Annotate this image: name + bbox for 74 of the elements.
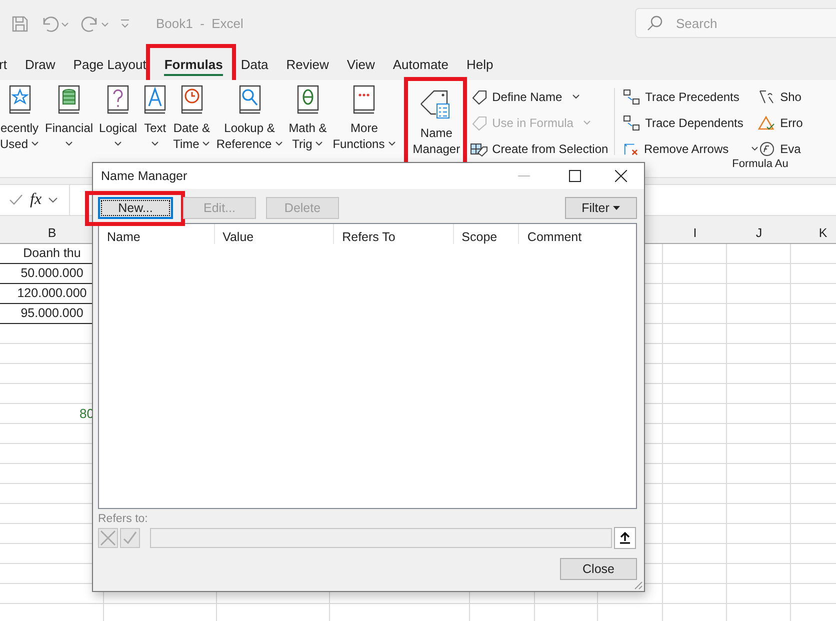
function-library-button[interactable]: Math & Trig: [286, 85, 330, 177]
warning-icon: [758, 115, 776, 131]
insert-function-button[interactable]: fx: [30, 191, 42, 209]
redo-icon[interactable]: [80, 14, 110, 34]
question-book-icon: [106, 85, 130, 115]
formula-auditing-button[interactable]: Remove Arrows: [623, 139, 758, 159]
ribbon-tab[interactable]: Data: [240, 52, 268, 76]
tag-icon: [470, 89, 488, 105]
confirm-button[interactable]: [120, 528, 140, 548]
collapse-button[interactable]: [614, 527, 636, 549]
trace-precedents-icon: [623, 89, 642, 105]
star-book-icon: [8, 85, 32, 115]
magnifier-book-icon: [238, 85, 262, 115]
search-icon: [647, 15, 663, 31]
function-library-button[interactable]: More Functions: [330, 85, 399, 177]
formula-auditing-button[interactable]: Eva: [758, 139, 803, 159]
resize-grip-icon[interactable]: [633, 580, 643, 590]
evaluate-icon: [758, 141, 776, 157]
function-library-button[interactable]: Lookup & Reference: [213, 85, 286, 177]
group-label: Formula Au: [732, 158, 788, 170]
letter-book-icon: [143, 85, 168, 115]
search-field[interactable]: Search: [635, 8, 836, 38]
clock-book-icon: [180, 85, 204, 115]
dialog-title: Name Manager: [101, 169, 188, 183]
close-icon[interactable]: [615, 170, 627, 182]
column-header[interactable]: Refers To: [342, 230, 396, 244]
ribbon-tab[interactable]: Draw: [24, 52, 56, 76]
upload-arrow-icon: [620, 532, 630, 544]
formula-auditing-button[interactable]: Trace Dependents: [623, 113, 758, 133]
database-book-icon: [57, 85, 82, 115]
dropdown-triangle-icon: [613, 206, 620, 210]
cancel-button[interactable]: [98, 528, 118, 548]
ribbon-tab[interactable]: Review: [286, 52, 329, 76]
column-header[interactable]: Comment: [527, 230, 582, 244]
column-header[interactable]: Name: [107, 230, 140, 244]
column-header[interactable]: Scope: [462, 230, 498, 244]
formula-auditing-button[interactable]: Sho: [758, 87, 803, 107]
ribbon-tab[interactable]: Page Layout: [73, 52, 146, 76]
name-manager-button[interactable]: Name Manager: [410, 85, 462, 157]
ribbon-tab[interactable]: rt: [0, 52, 7, 76]
column-header[interactable]: K: [791, 223, 836, 243]
function-library-button[interactable]: ecently Used: [0, 85, 42, 177]
column-header[interactable]: I: [663, 223, 727, 243]
ribbon-tab[interactable]: Automate: [392, 52, 449, 76]
defined-names-button[interactable]: Create from Selection: [470, 139, 610, 159]
dots-book-icon: [352, 85, 376, 115]
column-header[interactable]: Value: [222, 230, 254, 244]
ribbon-tab[interactable]: View: [346, 52, 375, 76]
filter-button[interactable]: Filter: [565, 197, 637, 219]
refers-to-label: Refers to:: [98, 513, 149, 525]
theta-book-icon: [296, 85, 320, 115]
save-icon[interactable]: [10, 14, 30, 34]
names-list[interactable]: Name Value Refers To Scope Comment: [98, 223, 637, 509]
formula-icon: [758, 89, 776, 105]
table-tag-icon: [470, 141, 488, 157]
dialog-button[interactable]: New...: [98, 197, 173, 219]
defined-names-button[interactable]: Define Name: [470, 87, 610, 107]
function-library-button[interactable]: Financial: [42, 85, 96, 177]
cross-icon: [100, 530, 116, 546]
check-icon: [122, 530, 138, 546]
close-button[interactable]: Close: [560, 558, 637, 580]
maximize-icon[interactable]: [569, 170, 581, 182]
column-header[interactable]: J: [727, 223, 791, 243]
dropdown-chevron-icon[interactable]: [48, 196, 58, 204]
formula-tag-icon: [470, 115, 488, 131]
enter-check-icon[interactable]: [8, 193, 24, 207]
remove-arrows-icon: [623, 141, 640, 157]
formula-auditing-button[interactable]: Trace Precedents: [623, 87, 758, 107]
ribbon-tab[interactable]: Formulas: [164, 52, 223, 76]
window-title: Book1 - Excel: [156, 16, 244, 31]
trace-dependents-icon: [623, 115, 642, 131]
formula-auditing-button[interactable]: Erro: [758, 113, 803, 133]
ribbon-tab[interactable]: Help: [466, 52, 494, 76]
refers-to-field[interactable]: [150, 528, 612, 548]
